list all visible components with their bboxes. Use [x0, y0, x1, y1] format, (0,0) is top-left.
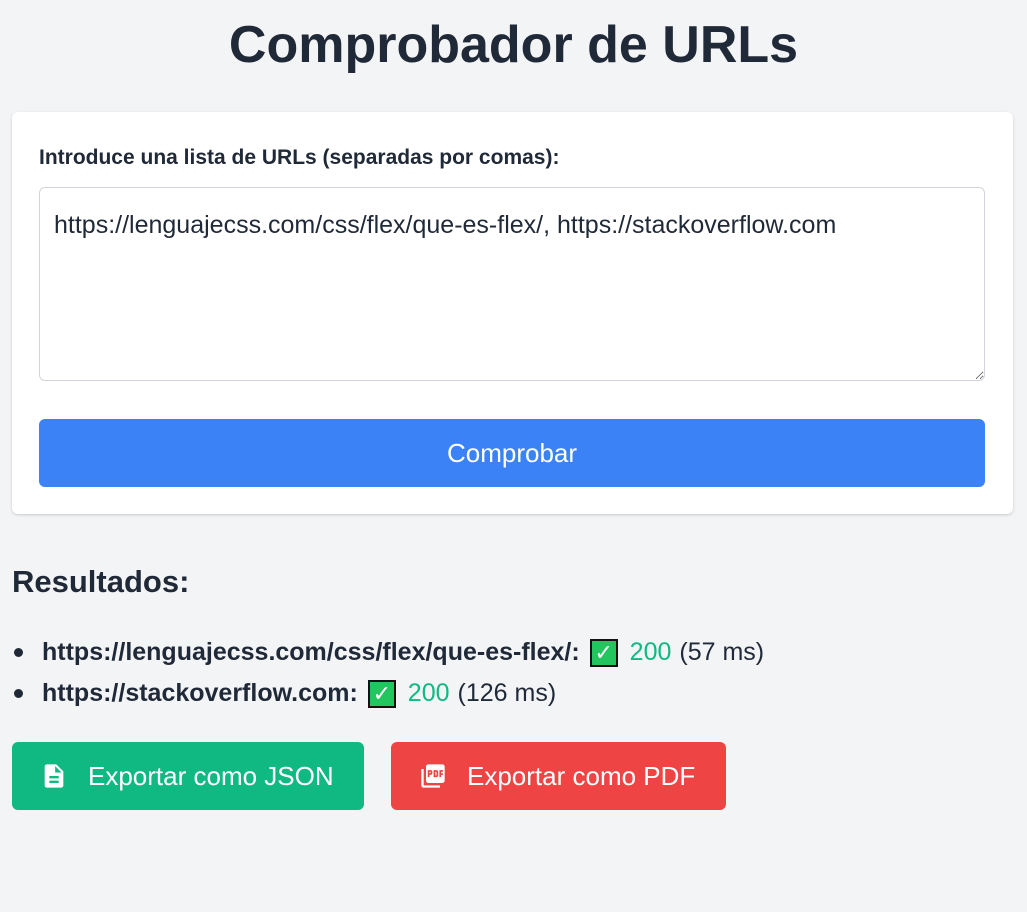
check-button[interactable]: Comprobar [39, 419, 985, 487]
results-title: Resultados: [12, 564, 190, 599]
check-mark-icon: ✓ [367, 679, 396, 708]
file-icon [44, 764, 64, 788]
export-json-button[interactable]: Exportar como JSON [12, 742, 364, 810]
result-item: https://lenguajecss.com/css/flex/que-es-… [12, 632, 1012, 673]
url-list-input[interactable]: https://lenguajecss.com/css/flex/que-es-… [39, 187, 985, 381]
export-json-label: Exportar como JSON [88, 760, 334, 791]
url-form-card: Introduce una lista de URLs (separadas p… [12, 112, 1013, 514]
response-time: (126 ms) [457, 679, 557, 707]
pdf-icon [421, 764, 445, 788]
result-item: https://stackoverflow.com: ✓ 200 (126 ms… [12, 673, 1012, 714]
page-title: Comprobador de URLs [228, 16, 799, 74]
status-code: 200 [407, 679, 450, 707]
response-time: (57 ms) [679, 638, 765, 666]
bullet-icon [14, 648, 23, 657]
status-code: 200 [629, 638, 672, 666]
bullet-icon [14, 689, 23, 698]
check-mark-icon: ✓ [589, 638, 618, 667]
url-list-label: Introduce una lista de URLs (separadas p… [39, 146, 560, 169]
result-url: https://stackoverflow.com: [42, 679, 358, 707]
export-pdf-button[interactable]: Exportar como PDF [391, 742, 726, 810]
export-pdf-label: Exportar como PDF [467, 760, 696, 791]
results-list: https://lenguajecss.com/css/flex/que-es-… [12, 632, 1012, 714]
result-url: https://lenguajecss.com/css/flex/que-es-… [42, 638, 580, 666]
